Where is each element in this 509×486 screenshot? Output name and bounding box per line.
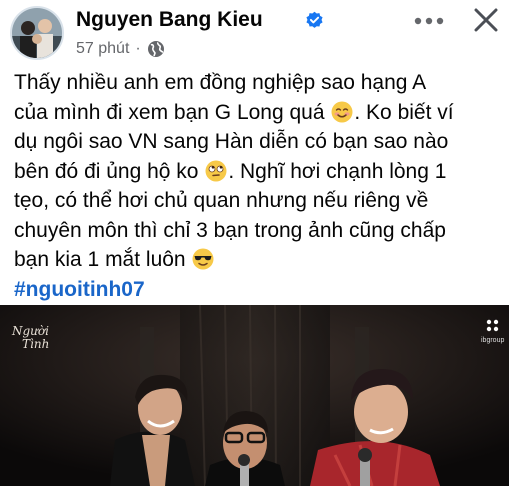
post-text-line: của mình đi xem bạn G Long quá . Ko biết… <box>14 100 454 124</box>
concert-stage-photo: Người Tình ibgroup <box>0 305 509 486</box>
avatar[interactable] <box>10 6 64 60</box>
rolling-eyes-emoji <box>205 160 227 181</box>
post-text-line: Thấy nhiều anh em đồng nghiệp sao hạng A <box>14 71 427 94</box>
post-time[interactable]: 57 phút <box>76 40 129 58</box>
sunglasses-emoji <box>192 248 214 270</box>
post-text-line: chuyên môn thì chỉ 3 bạn trong ảnh cũng … <box>14 218 446 242</box>
more-horizontal-icon <box>414 17 444 25</box>
post-photo[interactable]: Người Tình ibgroup <box>0 305 509 486</box>
more-options-button[interactable] <box>408 8 450 34</box>
hashtag-link[interactable]: #nguoitinh07 <box>14 275 502 305</box>
author-name[interactable]: Nguyen Bang Kieu <box>76 8 263 32</box>
stage-logo-left-2: Tình <box>22 337 49 351</box>
post-text-line: bên đó đi ủng hộ ko . Nghĩ hơi chạnh lòn… <box>14 159 447 183</box>
post-header: Nguyen Bang Kieu 57 phút · <box>0 0 509 66</box>
smiling-blush-emoji <box>331 101 353 122</box>
meta-separator: · <box>135 40 141 57</box>
svg-text:ibgroup: ibgroup <box>481 337 504 344</box>
close-button[interactable] <box>468 4 504 36</box>
post-text-line: bạn kia 1 mắt luôn <box>14 245 502 275</box>
post-text-line: dụ ngôi sao VN sang Hàn diễn có bạn sao … <box>14 130 449 153</box>
post-meta: 57 phút · <box>76 40 165 58</box>
globe-icon[interactable] <box>147 40 165 58</box>
stage-logo-left: Người <box>11 324 49 338</box>
close-icon <box>474 8 498 32</box>
verified-badge-icon <box>306 11 323 28</box>
post-text: Thấy nhiều anh em đồng nghiệp sao hạng A… <box>14 68 502 304</box>
post-text-line: tẹo, có thể hơi chủ quan nhưng nếu riêng… <box>14 189 429 212</box>
